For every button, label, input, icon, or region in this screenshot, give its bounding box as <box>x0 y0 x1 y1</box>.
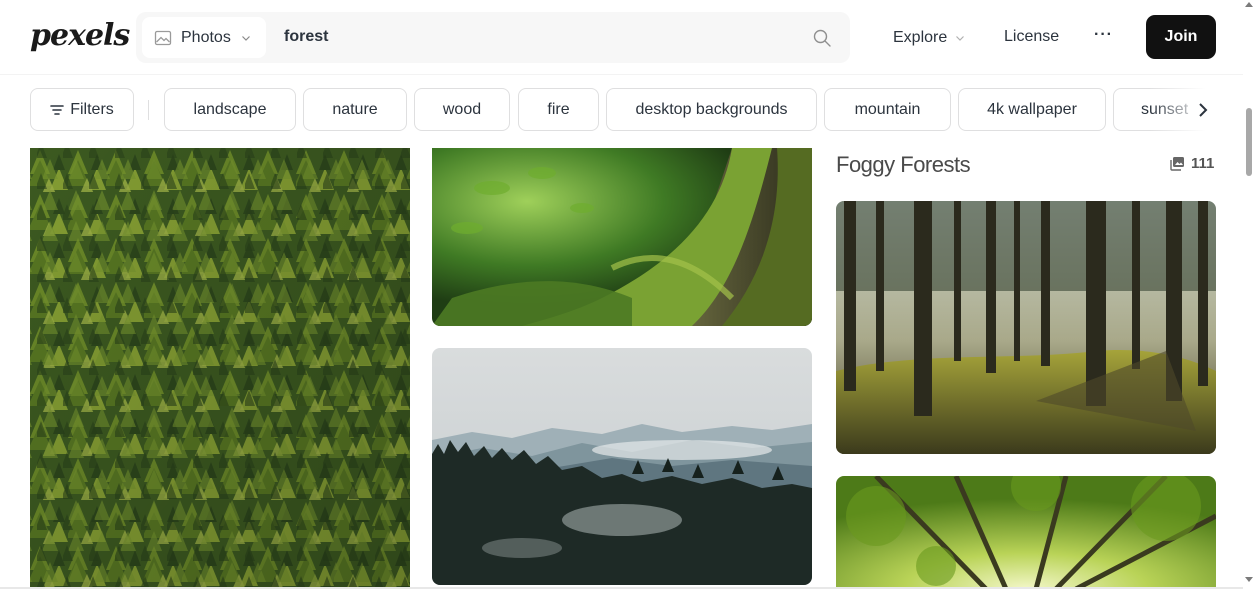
filters-label: Filters <box>70 100 114 118</box>
collection-count: 111 <box>1170 155 1214 172</box>
more-menu-button[interactable]: ··· <box>1094 26 1113 44</box>
image-icon <box>154 30 172 45</box>
tag-chip[interactable]: landscape <box>164 88 296 131</box>
search-input[interactable] <box>284 24 804 50</box>
chevron-down-icon <box>956 36 965 41</box>
search-type-dropdown[interactable]: Photos <box>142 17 266 58</box>
photo-card[interactable] <box>836 201 1216 454</box>
photo-card[interactable] <box>836 476 1216 589</box>
search-bar[interactable]: Photos <box>136 12 850 63</box>
search-icon[interactable] <box>812 28 832 48</box>
top-navigation-bar: pexels Photos Explore License ··· Join <box>0 0 1243 75</box>
vertical-scrollbar[interactable] <box>1243 0 1255 589</box>
photo-forest-canopy <box>836 476 1216 589</box>
collection-title[interactable]: Foggy Forests <box>836 152 971 178</box>
scroll-up-arrow-icon[interactable] <box>1245 2 1253 7</box>
search-type-label: Photos <box>181 28 231 46</box>
filter-lines-icon <box>50 104 65 115</box>
collection-count-value: 111 <box>1191 155 1215 172</box>
scrollbar-thumb[interactable] <box>1246 108 1252 176</box>
explore-label: Explore <box>893 29 948 46</box>
license-link[interactable]: License <box>1004 28 1059 46</box>
tag-chip[interactable]: mountain <box>824 88 951 131</box>
join-button[interactable]: Join <box>1146 15 1216 59</box>
tag-chip[interactable]: wood <box>414 88 510 131</box>
photo-foggy-mountains <box>432 348 812 585</box>
tag-chip[interactable]: nature <box>303 88 407 131</box>
filter-tag-bar: Filters landscape nature wood fire deskt… <box>0 88 1243 133</box>
tag-chip[interactable]: desktop backgrounds <box>606 88 817 131</box>
filters-button[interactable]: Filters <box>30 88 134 131</box>
tag-chip[interactable]: 4k wallpaper <box>958 88 1106 131</box>
explore-menu[interactable]: Explore <box>893 27 965 49</box>
pexels-logo[interactable]: pexels <box>30 14 130 58</box>
photo-card[interactable] <box>432 348 812 585</box>
photo-sunlit-forest <box>836 201 1216 454</box>
tag-divider <box>148 100 149 120</box>
photo-card[interactable] <box>432 148 812 326</box>
photo-pine-forest-aerial <box>30 148 410 589</box>
photo-card[interactable] <box>30 148 410 589</box>
scroll-down-arrow-icon[interactable] <box>1245 577 1253 582</box>
chevron-right-icon[interactable] <box>1197 102 1209 118</box>
tag-chip[interactable]: fire <box>518 88 599 131</box>
chevron-down-icon <box>241 35 250 41</box>
photo-stack-icon <box>1170 157 1184 171</box>
photo-mossy-roots <box>432 148 812 326</box>
